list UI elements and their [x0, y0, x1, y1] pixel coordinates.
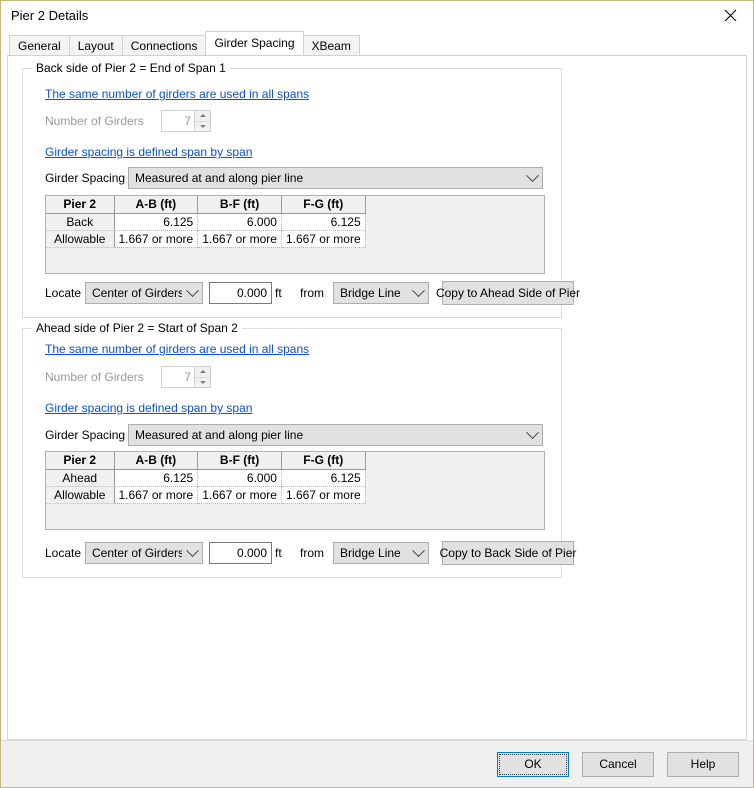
back-locate-label: Locate: [45, 286, 82, 300]
tab-xbeam[interactable]: XBeam: [302, 35, 360, 55]
help-button[interactable]: Help: [667, 751, 739, 777]
back-number-of-girders-stepper[interactable]: 7: [161, 110, 211, 132]
back-girder-spacing-value: Measured at and along pier line: [135, 171, 304, 185]
ahead-number-of-girders-value: 7: [162, 367, 194, 387]
ahead-number-of-girders-label: Number of Girders: [45, 370, 144, 384]
back-number-of-girders-label: Number of Girders: [45, 114, 144, 128]
back-from-value: Bridge Line: [340, 286, 401, 300]
th-bf: B-F (ft): [197, 452, 282, 470]
back-girder-spacing-label: Girder Spacing: [45, 171, 126, 185]
ahead-locate-label: Locate: [45, 546, 82, 560]
table-row[interactable]: Ahead 6.125 6.000 6.125: [46, 469, 366, 487]
page-title: Pier 2 Details: [11, 7, 89, 23]
ahead-same-girders-link[interactable]: The same number of girders are used in a…: [45, 342, 309, 356]
ahead-stepper-buttons: [194, 367, 210, 387]
back-locate-select[interactable]: Center of Girders: [85, 282, 203, 304]
back-units-label: ft: [275, 286, 282, 300]
th-pier: Pier 2: [46, 196, 115, 214]
back-stepper-up-button[interactable]: [195, 111, 210, 121]
table-header-row: Pier 2 A-B (ft) B-F (ft) F-G (ft): [46, 196, 366, 214]
back-from-label: from: [300, 286, 324, 300]
back-side-group: Back side of Pier 2 = End of Span 1 The …: [22, 61, 580, 318]
ahead-from-label: from: [300, 546, 324, 560]
ahead-side-group: Ahead side of Pier 2 = Start of Span 2 T…: [22, 321, 576, 578]
ahead-number-of-girders-stepper[interactable]: 7: [161, 366, 211, 388]
chevron-down-icon: [408, 543, 428, 558]
back-allowable-label: Allowable: [46, 230, 115, 248]
close-icon[interactable]: [708, 2, 753, 29]
girder-spacing-panel: Back side of Pier 2 = End of Span 1 The …: [7, 55, 747, 740]
tab-general[interactable]: General: [9, 35, 70, 55]
th-fg: F-G (ft): [281, 452, 366, 470]
th-ab: A-B (ft): [114, 452, 199, 470]
th-pier: Pier 2: [46, 452, 115, 470]
back-fg-value[interactable]: 6.125: [281, 213, 366, 231]
back-ab-value[interactable]: 6.125: [114, 213, 199, 231]
back-number-of-girders-value: 7: [162, 111, 194, 131]
table-row: Allowable 1.667 or more 1.667 or more 1.…: [46, 230, 366, 248]
back-allowable-bf: 1.667 or more: [197, 230, 282, 248]
ahead-side-group-title: Ahead side of Pier 2 = Start of Span 2: [32, 321, 242, 335]
ahead-bf-value[interactable]: 6.000: [197, 469, 282, 487]
back-locate-value: Center of Girders: [92, 286, 182, 300]
table-header-row: Pier 2 A-B (ft) B-F (ft) F-G (ft): [46, 452, 366, 470]
back-spacing-defined-link[interactable]: Girder spacing is defined span by span: [45, 145, 252, 159]
ahead-allowable-fg: 1.667 or more: [281, 486, 366, 504]
back-from-select[interactable]: Bridge Line: [333, 282, 429, 304]
back-girder-spacing-select[interactable]: Measured at and along pier line: [128, 167, 543, 189]
back-offset-input[interactable]: 0.000: [209, 282, 272, 304]
th-ab: A-B (ft): [114, 196, 199, 214]
back-bf-value[interactable]: 6.000: [197, 213, 282, 231]
ahead-allowable-bf: 1.667 or more: [197, 486, 282, 504]
ahead-offset-input[interactable]: 0.000: [209, 542, 272, 564]
title-bar: Pier 2 Details: [1, 1, 753, 29]
back-allowable-ab: 1.667 or more: [114, 230, 199, 248]
copy-to-ahead-side-button[interactable]: Copy to Ahead Side of Pier: [436, 281, 580, 305]
back-stepper-down-button[interactable]: [195, 120, 210, 131]
ahead-girder-spacing-select[interactable]: Measured at and along pier line: [128, 424, 543, 446]
chevron-down-icon: [408, 283, 428, 298]
copy-to-back-side-button[interactable]: Copy to Back Side of Pier: [440, 541, 576, 565]
ahead-locate-select[interactable]: Center of Girders: [85, 542, 203, 564]
ok-button[interactable]: OK: [497, 751, 569, 777]
ahead-allowable-label: Allowable: [46, 486, 115, 504]
th-bf: B-F (ft): [197, 196, 282, 214]
ahead-girder-spacing-value: Measured at and along pier line: [135, 428, 304, 442]
back-side-group-title: Back side of Pier 2 = End of Span 1: [32, 61, 230, 75]
chevron-down-icon: [182, 543, 202, 558]
ahead-spacing-defined-link[interactable]: Girder spacing is defined span by span: [45, 401, 252, 415]
ahead-girder-spacing-label: Girder Spacing: [45, 428, 126, 442]
chevron-down-icon: [522, 168, 542, 183]
ahead-stepper-up-button[interactable]: [195, 367, 210, 377]
table-row[interactable]: Back 6.125 6.000 6.125: [46, 213, 366, 231]
ahead-fg-value[interactable]: 6.125: [281, 469, 366, 487]
ahead-row-label: Ahead: [46, 469, 115, 487]
back-allowable-fg: 1.667 or more: [281, 230, 366, 248]
ahead-stepper-down-button[interactable]: [195, 376, 210, 387]
ahead-locate-value: Center of Girders: [92, 546, 182, 560]
chevron-down-icon: [182, 283, 202, 298]
table-row: Allowable 1.667 or more 1.667 or more 1.…: [46, 486, 366, 504]
back-row-label: Back: [46, 213, 115, 231]
tab-layout[interactable]: Layout: [68, 35, 123, 55]
ahead-spacing-table[interactable]: Pier 2 A-B (ft) B-F (ft) F-G (ft) Ahead …: [45, 451, 545, 530]
ahead-allowable-ab: 1.667 or more: [114, 486, 199, 504]
th-fg: F-G (ft): [281, 196, 366, 214]
ahead-from-select[interactable]: Bridge Line: [333, 542, 429, 564]
tab-girder-spacing[interactable]: Girder Spacing: [205, 31, 304, 55]
chevron-down-icon: [522, 425, 542, 440]
tab-strip: General Layout Connections Girder Spacin…: [9, 31, 753, 55]
cancel-button[interactable]: Cancel: [582, 751, 654, 777]
ahead-from-value: Bridge Line: [340, 546, 401, 560]
back-same-girders-link[interactable]: The same number of girders are used in a…: [45, 87, 309, 101]
pier-details-dialog: Pier 2 Details General Layout Connection…: [0, 0, 754, 788]
ahead-ab-value[interactable]: 6.125: [114, 469, 199, 487]
back-stepper-buttons: [194, 111, 210, 131]
ahead-units-label: ft: [275, 546, 282, 560]
back-spacing-table[interactable]: Pier 2 A-B (ft) B-F (ft) F-G (ft) Back 6…: [45, 195, 545, 274]
tab-connections[interactable]: Connections: [121, 35, 207, 55]
dialog-button-bar: OK Cancel Help: [1, 740, 753, 787]
